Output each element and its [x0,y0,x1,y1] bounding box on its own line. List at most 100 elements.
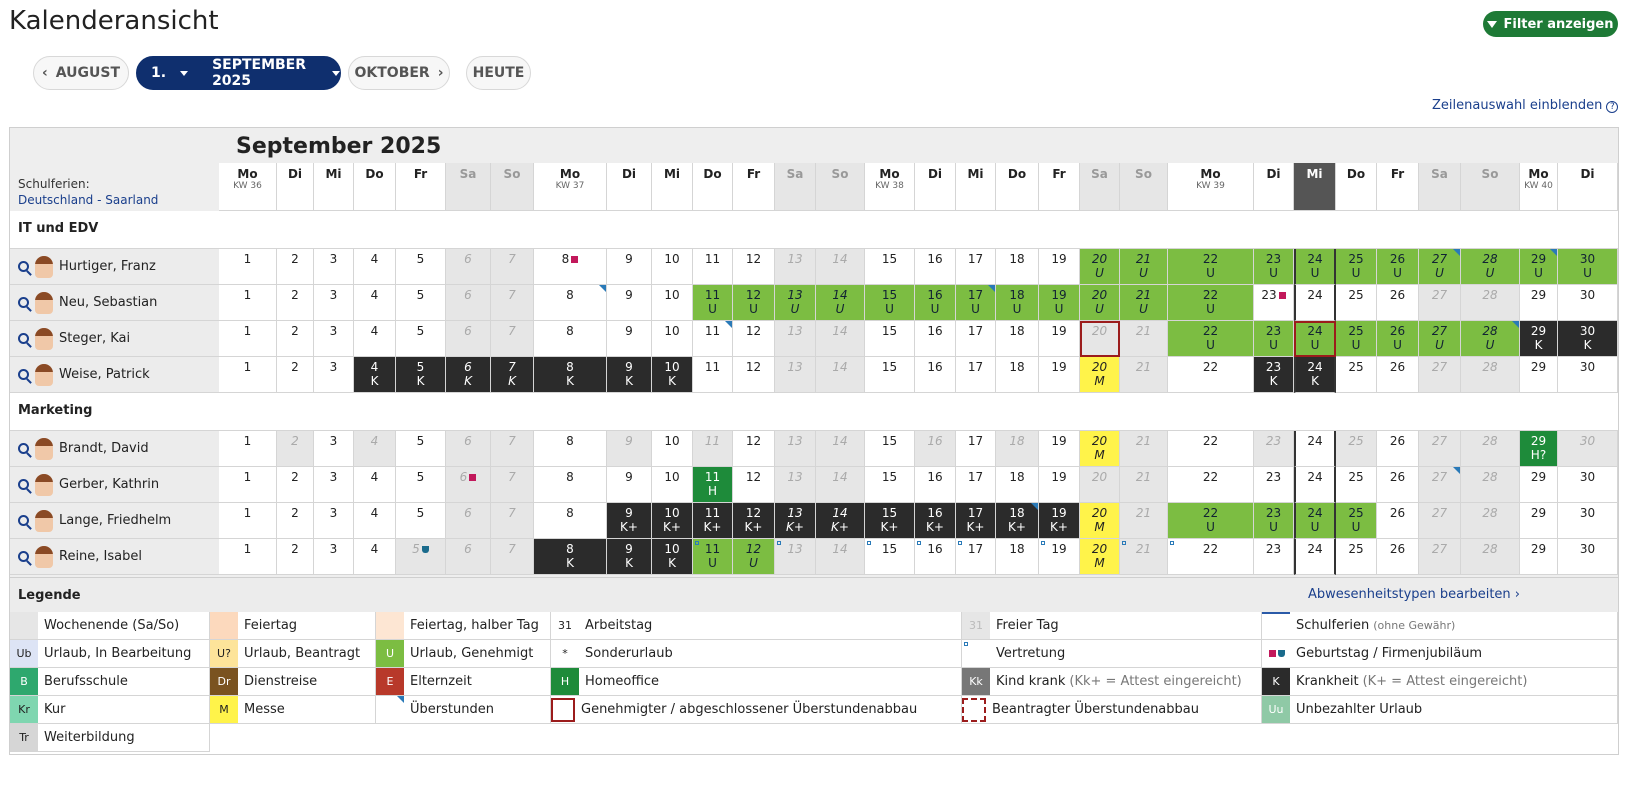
day-cell[interactable]: 30 [1558,431,1618,467]
day-cell[interactable]: 16 [915,431,956,467]
day-cell[interactable]: 4 [354,503,396,539]
day-cell[interactable]: 9K [607,539,652,575]
day-cell[interactable]: 1 [219,357,277,393]
day-cell[interactable]: 8 [534,285,607,321]
day-cell[interactable]: 6 [446,539,491,575]
day-cell[interactable]: 5 [396,467,446,503]
day-cell[interactable]: 3 [314,539,354,575]
day-cell[interactable]: 15 [865,539,915,575]
day-cell[interactable]: 26 U [1377,321,1419,357]
day-cell[interactable]: 4K [354,357,396,393]
day-cell[interactable]: 2 [277,249,314,285]
day-cell[interactable]: 7 [491,285,534,321]
employee-row[interactable]: Hurtiger, Franz [10,249,226,285]
day-cell[interactable]: 25 [1336,357,1377,393]
day-cell[interactable]: 22 [1168,431,1254,467]
day-cell[interactable]: 7 [491,503,534,539]
day-cell[interactable]: 22 U [1168,503,1254,539]
day-cell[interactable]: 16 [915,321,956,357]
magnifier-icon[interactable] [18,515,29,526]
day-cell[interactable]: 14 [816,249,865,285]
day-cell[interactable]: 16 [915,539,956,575]
row-select-toggle[interactable]: Zeilenauswahl einblenden? [1432,98,1619,113]
day-cell[interactable]: 10 K+ [652,503,693,539]
day-cell[interactable]: 30 U [1558,249,1618,285]
day-cell[interactable]: 19 [1039,321,1080,357]
day-cell[interactable]: 24 U [1294,321,1336,357]
day-cell[interactable]: 28 [1461,539,1520,575]
day-cell[interactable]: 8 [534,249,607,285]
day-cell[interactable]: 28 [1461,357,1520,393]
day-cell[interactable]: 21 [1120,467,1168,503]
day-cell[interactable]: 18 [996,357,1039,393]
day-cell[interactable]: 16 [915,249,956,285]
day-cell[interactable]: 7 [491,249,534,285]
day-cell[interactable]: 2 [277,431,314,467]
day-cell[interactable]: 28 [1461,431,1520,467]
day-cell[interactable]: 11 [693,431,733,467]
day-cell[interactable]: 11 [693,249,733,285]
day-cell[interactable]: 3 [314,321,354,357]
day-cell[interactable]: 9 K+ [607,503,652,539]
day-cell[interactable]: 9 [607,467,652,503]
day-cell[interactable]: 29 K [1520,321,1558,357]
day-cell[interactable]: 21 [1120,357,1168,393]
day-cell[interactable]: 26 [1377,539,1419,575]
day-cell[interactable]: 14 [816,357,865,393]
day-cell[interactable]: 14 [816,539,865,575]
day-cell[interactable]: 28 U [1461,321,1520,357]
day-cell[interactable]: 11 [693,357,733,393]
day-cell[interactable]: 3 [314,249,354,285]
employee-row[interactable]: Weise, Patrick [10,357,226,393]
day-cell[interactable]: 25 U [1336,321,1377,357]
day-cell[interactable]: 6 [446,431,491,467]
day-cell[interactable]: 16 [915,357,956,393]
day-cell[interactable]: 14 U [816,285,865,321]
day-cell[interactable]: 17 [956,357,996,393]
day-cell[interactable]: 9 [607,249,652,285]
day-cell[interactable]: 24 U [1294,503,1336,539]
day-cell[interactable]: 2 [277,503,314,539]
day-cell[interactable]: 4 [354,467,396,503]
day-cell[interactable]: 19 [1039,249,1080,285]
day-cell[interactable]: 27 [1419,539,1461,575]
day-cell[interactable]: 19 [1039,431,1080,467]
day-cell[interactable]: 30 [1558,357,1618,393]
day-cell[interactable]: 11 H [693,467,733,503]
day-cell[interactable]: 20 M [1080,431,1120,467]
day-cell[interactable]: 19 [1039,467,1080,503]
day-cell[interactable]: 25 U [1336,249,1377,285]
day-cell[interactable]: 7 [491,321,534,357]
day-cell[interactable]: 22 [1168,539,1254,575]
day-cell[interactable]: 9 [607,431,652,467]
day-cell[interactable]: 28 [1461,503,1520,539]
day-cell[interactable]: 3 [314,431,354,467]
day-cell[interactable]: 15 [865,321,915,357]
day-cell[interactable]: 10 [652,467,693,503]
day-cell[interactable]: 12 U [733,285,775,321]
day-cell[interactable]: 29 [1520,467,1558,503]
day-cell[interactable]: 24 [1294,467,1336,503]
day-cell[interactable]: 28 [1461,467,1520,503]
day-cell[interactable]: 5K [396,357,446,393]
day-cell[interactable]: 29 [1520,285,1558,321]
day-cell[interactable]: 20 M [1080,357,1120,393]
employee-row[interactable]: Gerber, Kathrin [10,467,226,503]
day-cell[interactable]: 9 [607,285,652,321]
day-cell[interactable]: 12 [733,431,775,467]
day-cell[interactable]: 3 [314,285,354,321]
day-cell[interactable]: 18 [996,321,1039,357]
day-cell[interactable]: 25 [1336,285,1377,321]
day-cell[interactable]: 19 [1039,539,1080,575]
day-cell[interactable]: 13 [775,467,816,503]
filter-button[interactable]: Filter anzeigen [1483,11,1618,37]
day-cell[interactable]: 13 [775,357,816,393]
day-cell[interactable]: 20 U [1080,249,1120,285]
day-cell[interactable]: 1 [219,467,277,503]
day-cell[interactable]: 18 [996,249,1039,285]
day-cell[interactable]: 12 [733,357,775,393]
day-cell[interactable]: 20 [1080,467,1120,503]
day-cell[interactable]: 10 K [652,539,693,575]
day-cell[interactable]: 23 U [1254,503,1294,539]
employee-row[interactable]: Brandt, David [10,431,226,467]
